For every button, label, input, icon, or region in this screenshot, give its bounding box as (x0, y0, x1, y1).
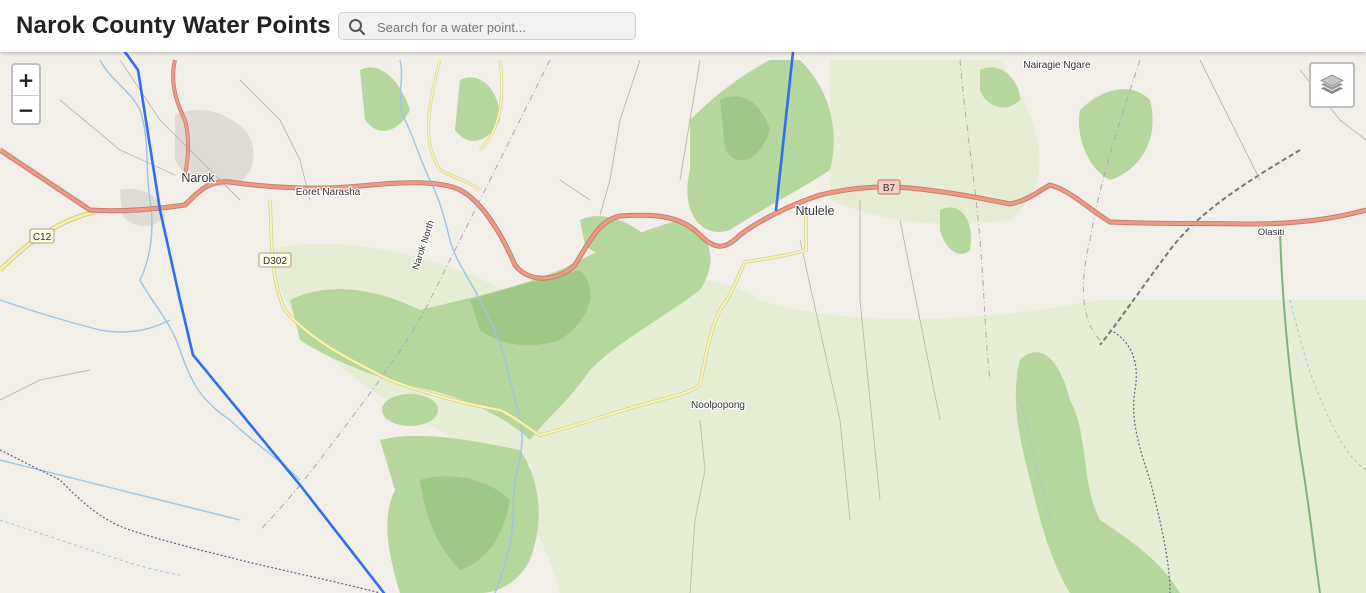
page-title: Narok County Water Points (16, 12, 331, 39)
zoom-in-button[interactable]: + (13, 65, 39, 96)
map-canvas[interactable]: C12 D302 B7 Narok Eoret Narasha Narok No… (0, 0, 1366, 593)
zoom-out-button[interactable]: − (13, 96, 39, 125)
place-label-nairagie-ngare: Nairagie Ngare (1023, 60, 1091, 71)
place-label-eoret-narasha: Eoret Narasha (296, 187, 361, 198)
layers-button[interactable] (1309, 62, 1355, 108)
place-label-ntulele: Ntulele (796, 204, 835, 218)
road-shield-c12: C12 (29, 228, 55, 244)
search-box[interactable] (338, 12, 636, 40)
search-icon (349, 19, 366, 36)
place-label-olasiti: Olasiti (1258, 227, 1284, 238)
zoom-control: + − (11, 63, 41, 125)
road-shield-d302: D302 (258, 252, 292, 268)
app-header: Narok County Water Points (0, 0, 1366, 52)
svg-text:B7: B7 (883, 183, 896, 194)
place-label-narok: Narok (181, 171, 215, 185)
svg-text:C12: C12 (33, 232, 52, 243)
layers-icon (1320, 74, 1344, 94)
search-input[interactable] (375, 16, 629, 38)
road-shield-b7: B7 (877, 179, 901, 195)
svg-text:D302: D302 (263, 256, 287, 267)
place-label-noolpopong: Noolpopong (691, 400, 745, 411)
